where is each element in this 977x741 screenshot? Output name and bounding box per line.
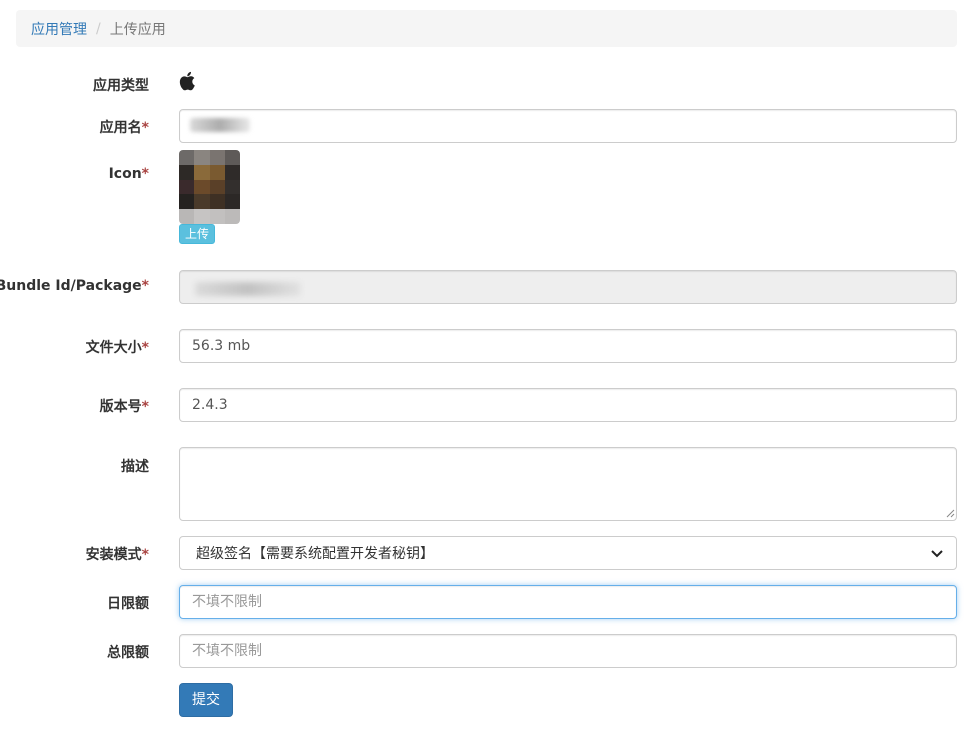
description-label-text: 描述 <box>121 459 149 475</box>
resize-handle-icon[interactable] <box>945 508 955 518</box>
install-mode-selected-value: 超级签名【需要系统配置开发者秘钥】 <box>196 546 434 562</box>
icon-label-text: Icon <box>108 166 142 182</box>
submit-button[interactable]: 提交 <box>179 683 233 717</box>
bundle-id-label: Bundle Id/Package* <box>0 278 149 294</box>
redacted-bundle-id <box>195 282 301 296</box>
required-mark: * <box>141 340 149 356</box>
install-mode-label-text: 安装模式 <box>85 547 142 563</box>
install-mode-select[interactable]: 超级签名【需要系统配置开发者秘钥】 <box>179 536 957 570</box>
breadcrumb: 应用管理 / 上传应用 <box>16 10 957 47</box>
breadcrumb-app-management-link[interactable]: 应用管理 <box>31 19 87 39</box>
description-textarea[interactable] <box>179 447 957 521</box>
app-type-label-text: 应用类型 <box>93 78 149 94</box>
total-limit-label: 总限额 <box>107 642 149 662</box>
file-size-input[interactable] <box>179 329 957 363</box>
daily-limit-label-text: 日限额 <box>107 596 149 612</box>
version-label: 版本号* <box>100 396 149 416</box>
required-mark: * <box>141 120 149 136</box>
total-limit-input[interactable] <box>179 634 957 668</box>
apple-icon <box>179 71 195 91</box>
icon-label: Icon* <box>109 166 149 182</box>
required-mark: * <box>141 278 149 294</box>
app-icon-preview <box>179 150 240 224</box>
daily-limit-label: 日限额 <box>107 593 149 613</box>
breadcrumb-separator: / <box>96 20 101 37</box>
bundle-id-label-text: Bundle Id/Package <box>0 278 142 294</box>
file-size-label-text: 文件大小 <box>85 340 142 356</box>
total-limit-label-text: 总限额 <box>107 645 149 661</box>
breadcrumb-current: 上传应用 <box>109 21 166 38</box>
redacted-app-name <box>190 118 250 132</box>
app-name-label-text: 应用名 <box>99 120 142 136</box>
version-input[interactable] <box>179 388 957 422</box>
required-mark: * <box>141 399 149 415</box>
required-mark: * <box>141 166 149 182</box>
app-name-input[interactable] <box>179 109 957 143</box>
app-type-label: 应用类型 <box>93 75 149 95</box>
upload-icon-button[interactable]: 上传 <box>179 224 215 244</box>
description-label: 描述 <box>121 456 149 476</box>
file-size-label: 文件大小* <box>86 337 149 357</box>
app-name-label: 应用名* <box>100 117 149 137</box>
chevron-down-icon <box>931 550 943 558</box>
required-mark: * <box>141 547 149 563</box>
install-mode-label: 安装模式* <box>86 544 149 564</box>
version-label-text: 版本号 <box>99 399 142 415</box>
daily-limit-input[interactable] <box>179 585 957 619</box>
